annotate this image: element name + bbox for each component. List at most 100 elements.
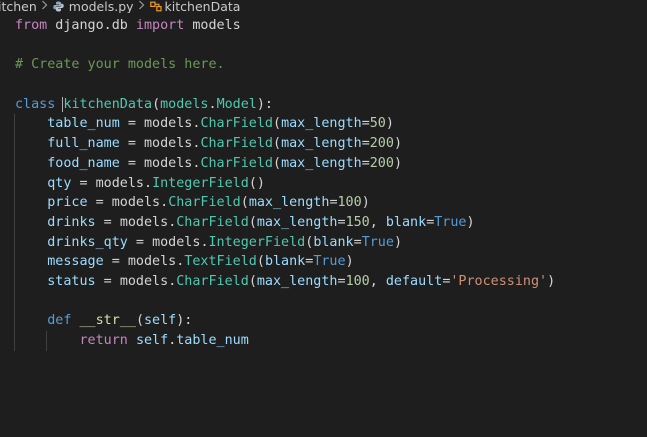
code-line-field: price = models.CharField(max_length=100) bbox=[0, 193, 647, 213]
field-name: food_name bbox=[47, 155, 120, 171]
code-area[interactable]: from django.db import models # Create yo… bbox=[0, 16, 647, 351]
paren-close: ) bbox=[393, 155, 402, 171]
model-fields: table_num = models.CharField(max_length=… bbox=[0, 114, 647, 292]
indent-guide bbox=[14, 331, 15, 351]
module-ref: models bbox=[152, 234, 201, 250]
field-type: IntegerField bbox=[208, 234, 306, 250]
class-name: itchenData bbox=[71, 96, 153, 112]
breadcrumb-symbol[interactable]: kitchenData bbox=[149, 0, 240, 13]
assign-operator: = bbox=[71, 175, 96, 191]
method-name: __str__ bbox=[79, 313, 136, 329]
code-line-field: table_num = models.CharField(max_length=… bbox=[0, 114, 647, 135]
module-ref: models bbox=[144, 155, 193, 171]
code-comment: # Create your models here. bbox=[15, 57, 225, 73]
paren-open: ( bbox=[152, 96, 161, 112]
argument-name: default bbox=[385, 273, 443, 289]
indent-guide bbox=[14, 153, 15, 174]
indent-guide bbox=[14, 212, 15, 233]
code-editor-window: itchen models.py kitchenData from django… bbox=[0, 0, 647, 437]
paren-close: ) bbox=[393, 136, 402, 152]
base-module: models bbox=[160, 96, 209, 112]
paren-close: ) bbox=[393, 234, 402, 250]
argument-name: blank bbox=[385, 214, 427, 230]
dot: . bbox=[160, 195, 169, 211]
assign-operator: = bbox=[119, 155, 144, 171]
argument-equals: = bbox=[361, 116, 370, 132]
module-ref: models bbox=[119, 214, 169, 230]
assign-operator: = bbox=[87, 195, 112, 211]
indent-guide bbox=[14, 232, 15, 253]
code-line-field: drinks_qty = models.IntegerField(blank=T… bbox=[0, 232, 647, 253]
indent-guide bbox=[14, 311, 15, 331]
field-name: status bbox=[47, 273, 96, 289]
assign-operator: = bbox=[119, 116, 144, 132]
breadcrumb-file[interactable]: models.py bbox=[53, 0, 134, 13]
indent-guide bbox=[46, 331, 47, 351]
argument-value: 50 bbox=[369, 116, 386, 132]
field-type: CharField bbox=[168, 195, 241, 211]
breadcrumb-folder[interactable]: itchen bbox=[0, 0, 37, 13]
paren-open: ( bbox=[240, 195, 249, 211]
code-line-17: def __str__(self): bbox=[0, 311, 647, 331]
keyword-def: def bbox=[47, 313, 72, 329]
code-line-field: drinks = models.CharField(max_length=150… bbox=[0, 212, 647, 233]
argument-equals: = bbox=[361, 136, 370, 152]
field-type: CharField bbox=[200, 136, 273, 152]
keyword-class: class bbox=[15, 96, 56, 112]
module-ref: models bbox=[95, 175, 144, 191]
indent-guide bbox=[14, 193, 15, 213]
dot: . bbox=[200, 234, 209, 250]
keyword-from: from bbox=[15, 18, 48, 33]
field-type: TextField bbox=[184, 254, 257, 270]
dot: . bbox=[208, 96, 217, 112]
argument-value: True bbox=[434, 214, 467, 230]
class-symbol-icon bbox=[149, 1, 162, 12]
chevron-right-icon bbox=[138, 0, 145, 13]
indent-guide bbox=[14, 114, 15, 135]
code-line-1: from django.db import models bbox=[0, 16, 647, 36]
field-name: price bbox=[47, 195, 88, 211]
paren-close: ) bbox=[345, 254, 354, 270]
argument-equals: = bbox=[337, 273, 346, 289]
argument-value: True bbox=[361, 234, 394, 250]
import-name: models bbox=[184, 18, 241, 33]
argument-name: max_length bbox=[281, 136, 362, 152]
module-ref: models bbox=[119, 273, 169, 289]
code-line-field: message = models.TextField(blank=True) bbox=[0, 252, 647, 272]
module-ref: models bbox=[111, 195, 161, 211]
indent-guide bbox=[14, 271, 15, 292]
module-ref: models bbox=[144, 136, 193, 152]
paren-open: ( bbox=[273, 136, 282, 152]
field-type: CharField bbox=[176, 214, 249, 230]
paren-open: ( bbox=[273, 116, 282, 132]
argument-name: blank bbox=[313, 234, 354, 250]
code-line-16 bbox=[0, 291, 647, 312]
module-ref: models bbox=[144, 116, 193, 132]
argument-name: max_length bbox=[281, 155, 362, 171]
dot: . bbox=[144, 175, 153, 191]
field-name: message bbox=[47, 254, 104, 270]
argument-name: max_length bbox=[248, 195, 330, 211]
argument-equals: = bbox=[329, 195, 338, 211]
field-type: IntegerField bbox=[152, 175, 249, 191]
argument-name: max_length bbox=[256, 273, 338, 289]
argument-value: 'Processing' bbox=[450, 273, 548, 289]
field-name: qty bbox=[47, 175, 72, 191]
keyword-return: return bbox=[79, 333, 128, 348]
field-name: drinks bbox=[47, 214, 96, 230]
field-type: CharField bbox=[200, 155, 273, 171]
code-line-3: # Create your models here. bbox=[0, 55, 647, 75]
paren-open: ( bbox=[135, 313, 144, 329]
paren-close: ) bbox=[256, 175, 265, 191]
argument-value: True bbox=[313, 254, 346, 270]
self-ref: self bbox=[135, 333, 169, 348]
assign-operator: = bbox=[127, 234, 153, 250]
field-name: table_num bbox=[47, 116, 120, 132]
argument-value: 150 bbox=[345, 214, 370, 230]
paren-open: ( bbox=[248, 214, 257, 230]
paren-close: ) bbox=[361, 195, 370, 211]
